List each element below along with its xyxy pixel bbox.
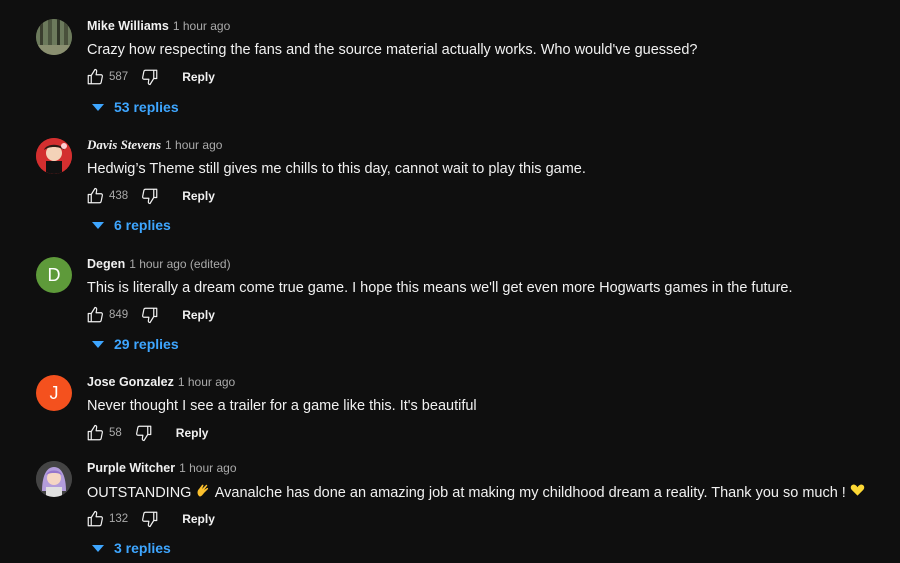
clapping-hands-emoji-icon bbox=[195, 482, 211, 504]
replies-count: 3 replies bbox=[114, 540, 171, 556]
like-count: 438 bbox=[109, 190, 129, 202]
replies-count: 29 replies bbox=[114, 336, 179, 352]
author-name[interactable]: Degen bbox=[87, 257, 125, 271]
timestamp[interactable]: 1 hour ago bbox=[173, 19, 230, 33]
dislike-button[interactable] bbox=[140, 305, 160, 325]
like-count: 849 bbox=[109, 309, 129, 321]
avatar[interactable] bbox=[36, 461, 72, 497]
thumbs-down-icon bbox=[135, 425, 152, 442]
avatar-letter: J bbox=[49, 382, 59, 403]
comment-text: Crazy how respecting the fans and the so… bbox=[87, 42, 698, 58]
comment-text: Never thought I see a trailer for a game… bbox=[87, 398, 477, 414]
like-count: 132 bbox=[109, 513, 129, 525]
thumbs-up-icon bbox=[87, 68, 103, 85]
comment-text-part: OUTSTANDING bbox=[87, 484, 192, 501]
like-button[interactable] bbox=[85, 509, 105, 529]
author-name[interactable]: Jose Gonzalez bbox=[87, 375, 174, 389]
timestamp[interactable]: 1 hour ago bbox=[178, 375, 235, 389]
like-button[interactable] bbox=[85, 423, 105, 443]
avatar-letter: D bbox=[47, 264, 61, 285]
like-button[interactable] bbox=[85, 305, 105, 325]
dislike-button[interactable] bbox=[140, 509, 160, 529]
dislike-button[interactable] bbox=[134, 423, 154, 443]
like-count: 587 bbox=[109, 71, 129, 83]
caret-down-icon bbox=[92, 544, 104, 552]
avatar[interactable] bbox=[36, 138, 72, 174]
view-replies-button[interactable]: 3 replies bbox=[90, 540, 171, 556]
thumbs-up-icon bbox=[87, 306, 103, 323]
reply-button[interactable]: Reply bbox=[182, 512, 215, 526]
like-button[interactable] bbox=[85, 186, 105, 206]
comment-header: Jose Gonzalez 1 hour ago bbox=[87, 374, 235, 390]
comment-actions: 587 Reply bbox=[85, 66, 215, 88]
like-button[interactable] bbox=[85, 67, 105, 87]
dislike-button[interactable] bbox=[140, 186, 160, 206]
like-count: 58 bbox=[109, 427, 122, 439]
comment-text-part: Avanalche has done an amazing job at mak… bbox=[214, 484, 846, 501]
comment-header: Degen 1 hour ago (edited) bbox=[87, 256, 231, 272]
comment-actions: 132 Reply bbox=[85, 508, 215, 530]
caret-down-icon bbox=[92, 340, 104, 348]
view-replies-button[interactable]: 6 replies bbox=[90, 217, 171, 233]
avatar[interactable]: J bbox=[36, 375, 72, 411]
red-anime-avatar bbox=[36, 138, 72, 174]
avatar[interactable] bbox=[36, 19, 72, 55]
timestamp[interactable]: 1 hour ago bbox=[179, 461, 236, 475]
purple-hair-avatar bbox=[36, 461, 72, 497]
comment-header: Purple Witcher 1 hour ago bbox=[87, 460, 237, 476]
thumbs-up-icon bbox=[87, 510, 103, 527]
timestamp[interactable]: 1 hour ago bbox=[165, 138, 222, 152]
view-replies-button[interactable]: 29 replies bbox=[90, 336, 179, 352]
thumbs-up-icon bbox=[87, 187, 103, 204]
comment-text: OUTSTANDING Avanalche has done an amazin… bbox=[87, 482, 865, 504]
yellow-heart-emoji-icon bbox=[850, 483, 865, 503]
comment-header: Davis Stevens 1 hour ago bbox=[87, 137, 222, 153]
comment-actions: 849 Reply bbox=[85, 304, 215, 326]
author-name[interactable]: Purple Witcher bbox=[87, 461, 175, 475]
author-name[interactable]: Mike Williams bbox=[87, 19, 169, 33]
view-replies-button[interactable]: 53 replies bbox=[90, 99, 179, 115]
comment-actions: 58 Reply bbox=[85, 422, 208, 444]
thumbs-down-icon bbox=[142, 307, 158, 324]
timestamp[interactable]: 1 hour ago (edited) bbox=[129, 257, 230, 271]
caret-down-icon bbox=[92, 103, 104, 111]
replies-count: 53 replies bbox=[114, 99, 179, 115]
reply-button[interactable]: Reply bbox=[176, 426, 209, 440]
forest-photo-avatar bbox=[36, 19, 72, 55]
dislike-button[interactable] bbox=[140, 67, 160, 87]
comment-actions: 438 Reply bbox=[85, 185, 215, 207]
author-name[interactable]: Davis Stevens bbox=[87, 137, 161, 152]
reply-button[interactable]: Reply bbox=[182, 70, 215, 84]
thumbs-down-icon bbox=[142, 511, 158, 528]
replies-count: 6 replies bbox=[114, 217, 171, 233]
avatar[interactable]: D bbox=[36, 257, 72, 293]
comment-text: This is literally a dream come true game… bbox=[87, 280, 793, 296]
reply-button[interactable]: Reply bbox=[182, 308, 215, 322]
comment-header: Mike Williams 1 hour ago bbox=[87, 18, 230, 34]
comment-text: Hedwig’s Theme still gives me chills to … bbox=[87, 161, 586, 177]
thumbs-up-icon bbox=[87, 424, 103, 441]
thumbs-down-icon bbox=[142, 188, 158, 205]
reply-button[interactable]: Reply bbox=[182, 189, 215, 203]
thumbs-down-icon bbox=[142, 69, 158, 86]
caret-down-icon bbox=[92, 221, 104, 229]
